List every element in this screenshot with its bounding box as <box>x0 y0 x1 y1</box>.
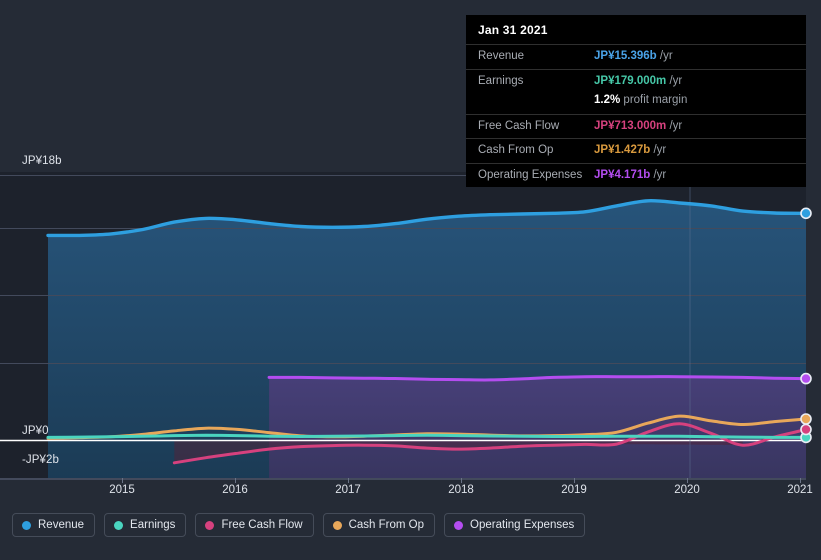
tooltip-value-profit-margin: 1.2% profit margin <box>594 93 687 109</box>
legend-color-dot-icon <box>22 520 31 530</box>
tooltip-unit-cash-from-op: /yr <box>653 144 667 157</box>
tooltip-label-earnings: Earnings <box>478 74 524 87</box>
tooltip-unit-earnings: /yr <box>669 74 683 87</box>
x-axis-label-2019: 2019 <box>561 484 587 496</box>
hover-tooltip: Jan 31 2021 Revenue JP¥15.396b /yr Earni… <box>466 15 806 188</box>
tooltip-unit-operating-expenses: /yr <box>653 168 667 181</box>
x-axis-label-2015: 2015 <box>109 484 135 496</box>
chart-plot-area <box>0 160 821 480</box>
tooltip-amount-revenue: JP¥15.396b <box>594 50 657 62</box>
tooltip-label-revenue: Revenue <box>478 50 525 62</box>
tooltip-row-earnings: Earnings JP¥179.000m /yr <box>466 68 806 94</box>
tooltip-value-revenue: JP¥15.396b /yr <box>594 49 673 65</box>
tooltip-unit-free-cash-flow: /yr <box>669 119 683 132</box>
legend-label: Cash From Op <box>348 519 425 531</box>
legend-color-dot-icon <box>114 520 124 530</box>
tooltip-value-earnings: JP¥179.000m /yr <box>594 74 682 90</box>
legend-item-earnings[interactable]: Earnings <box>104 513 187 537</box>
legend-item-cash-from-op[interactable]: Cash From Op <box>322 513 436 537</box>
x-axis: 2015 2016 2017 2018 2019 2020 2021 <box>0 478 821 506</box>
tooltip-row-operating-expenses: Operating Expenses JP¥4.171b /yr <box>466 162 806 188</box>
legend-color-dot-icon <box>332 520 342 530</box>
y-axis-label-zero: JP¥0 <box>22 425 49 437</box>
x-axis-label-2020: 2020 <box>674 484 700 496</box>
legend-label: Operating Expenses <box>470 519 575 531</box>
tooltip-text-profit-margin: profit margin <box>623 94 688 107</box>
tooltip-row-cash-from-op: Cash From Op JP¥1.427b /yr <box>466 138 806 163</box>
tooltip-row-free-cash-flow: Free Cash Flow JP¥713.000m /yr <box>466 113 806 139</box>
endpoint-marker-revenue <box>800 207 812 220</box>
tooltip-value-cash-from-op: JP¥1.427b /yr <box>594 143 666 159</box>
financials-chart-widget: JP¥18b JP¥0 -JP¥2b 2015 2016 2017 2018 2019 2… <box>0 0 821 560</box>
tooltip-row-profit-margin: 1.2% profit margin <box>466 93 806 114</box>
tooltip-value-operating-expenses: JP¥4.171b /yr <box>594 168 666 184</box>
legend-item-revenue[interactable]: Revenue <box>12 513 96 537</box>
legend-label: Earnings <box>130 519 176 531</box>
tooltip-label-cash-from-op: Cash From Op <box>478 144 554 157</box>
endpoint-marker-cash-from-op <box>800 413 812 425</box>
x-axis-label-2016: 2016 <box>222 484 248 496</box>
y-axis-label-top: JP¥18b <box>22 155 62 167</box>
tooltip-unit-revenue: /yr <box>659 50 673 62</box>
tooltip-value-free-cash-flow: JP¥713.000m /yr <box>594 119 682 135</box>
legend-color-dot-icon <box>205 520 215 530</box>
y-axis-label-bottom: -JP¥2b <box>22 454 60 466</box>
endpoint-marker-operating-expenses <box>800 372 812 385</box>
legend-color-dot-icon <box>454 520 464 530</box>
tooltip-row-revenue: Revenue JP¥15.396b /yr <box>466 44 806 69</box>
tooltip-amount-cash-from-op: JP¥1.427b <box>594 144 651 157</box>
tooltip-amount-profit-margin: 1.2% <box>594 94 621 107</box>
tooltip-amount-operating-expenses: JP¥4.171b <box>594 168 651 181</box>
chart-legend: Revenue Earnings Free Cash Flow Cash From O… <box>12 513 586 537</box>
tooltip-amount-free-cash-flow: JP¥713.000m <box>594 119 667 132</box>
legend-label: Revenue <box>38 519 85 531</box>
legend-label: Free Cash Flow <box>221 519 303 531</box>
legend-item-free-cash-flow[interactable]: Free Cash Flow <box>195 513 314 537</box>
legend-item-operating-expenses[interactable]: Operating Expenses <box>444 513 586 537</box>
tooltip-amount-earnings: JP¥179.000m <box>594 74 667 87</box>
tooltip-label-operating-expenses: Operating Expenses <box>478 168 583 181</box>
operating-expenses-area-fill <box>269 376 806 480</box>
tooltip-label-free-cash-flow: Free Cash Flow <box>478 119 560 132</box>
x-axis-label-2018: 2018 <box>448 484 474 496</box>
x-axis-label-2017: 2017 <box>335 484 361 496</box>
chart-svg <box>0 172 812 480</box>
endpoint-marker-free-cash-flow <box>800 423 812 436</box>
tooltip-date-title: Jan 31 2021 <box>478 23 548 37</box>
x-axis-label-2021: 2021 <box>787 484 813 496</box>
